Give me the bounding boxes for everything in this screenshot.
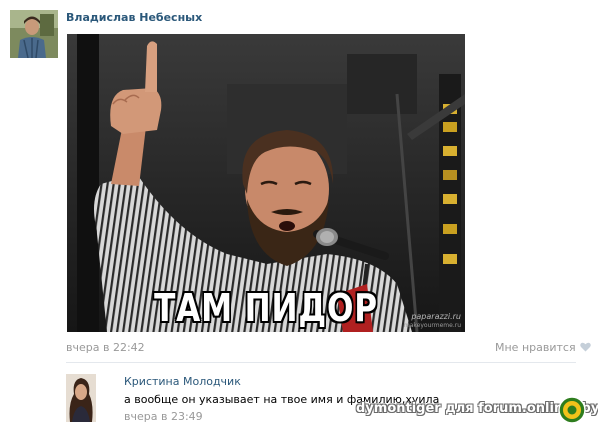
- post-divider: [66, 362, 576, 363]
- post-author-name[interactable]: Владислав Небесных: [66, 11, 202, 24]
- photo-credit-meme-generator: makeyourmeme.ru: [403, 322, 461, 329]
- avatar-photo: [10, 10, 58, 58]
- avatar-photo: [66, 374, 96, 422]
- comment-date-link[interactable]: вчера в 23:49: [124, 410, 203, 423]
- photo-credit: paparazzi.ru: [411, 312, 461, 321]
- onliner-logo-icon: [558, 396, 586, 424]
- like-label: Мне нравится: [495, 341, 576, 354]
- post-photo[interactable]: ТАМ ПИДОР paparazzi.ru makeyourmeme.ru: [67, 34, 465, 332]
- post-author-avatar[interactable]: [10, 10, 58, 58]
- heart-icon: [579, 342, 591, 355]
- like-button[interactable]: Мне нравится: [495, 341, 591, 355]
- meme-caption: ТАМ ПИДОР: [154, 286, 378, 330]
- comment-author-name[interactable]: Кристина Молодчик: [124, 375, 241, 388]
- comment-author-avatar[interactable]: [66, 374, 96, 422]
- post-date-link[interactable]: вчера в 22:42: [66, 341, 145, 354]
